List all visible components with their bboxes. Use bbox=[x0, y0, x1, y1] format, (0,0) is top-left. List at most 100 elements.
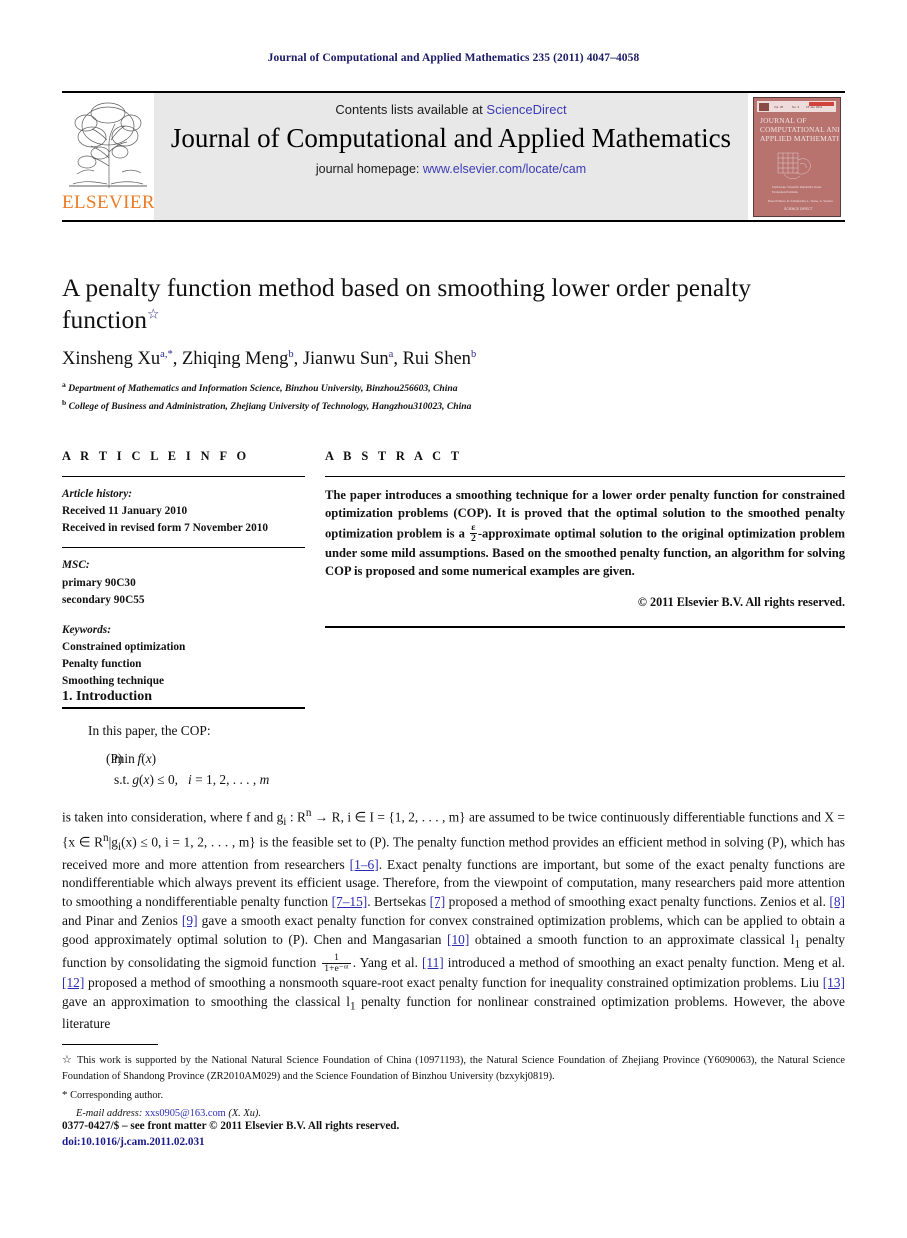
page-title: A penalty function method based on smoot… bbox=[62, 272, 762, 336]
running-head: Journal of Computational and Applied Mat… bbox=[267, 52, 640, 64]
svg-text:COMPUTATIONAL AND: COMPUTATIONAL AND bbox=[760, 125, 839, 134]
citation-link[interactable]: [1–6] bbox=[350, 857, 379, 872]
cover-image: Vol. 35 No. 3 15 Jan 2011 JOURNAL OF COM… bbox=[752, 96, 841, 217]
corresponding-author-text: Corresponding author. bbox=[70, 1090, 164, 1102]
article-history-item: Received in revised form 7 November 2010 bbox=[62, 522, 269, 535]
keyword-item: Smoothing technique bbox=[62, 675, 165, 688]
msc-item: primary 90C30 bbox=[62, 576, 136, 589]
superscript: n bbox=[103, 831, 109, 844]
equation-tag: (P) bbox=[106, 751, 123, 766]
affiliation-text: College of Business and Administration, … bbox=[68, 400, 472, 412]
equation-line-2: s.t. g(x) ≤ 0, i = 1, 2, . . . , m bbox=[62, 770, 662, 791]
funding-footnote: ☆ This work is supported by the National… bbox=[62, 1052, 845, 1084]
journal-cover-thumbnail: Vol. 35 No. 3 15 Jan 2011 JOURNAL OF COM… bbox=[748, 93, 845, 220]
subscript: 1 bbox=[794, 938, 801, 951]
fraction-denominator: 2 bbox=[470, 532, 476, 544]
abstract-text: The paper introduces a smoothing techniq… bbox=[325, 486, 845, 581]
article-history-block: Article history: Received 11 January 201… bbox=[62, 486, 305, 537]
intro-lead-paragraph: In this paper, the COP: bbox=[88, 723, 211, 738]
svg-text:APPLIED MATHEMATICS: APPLIED MATHEMATICS bbox=[760, 134, 839, 143]
equation-objective: min f(x) bbox=[114, 751, 157, 766]
citation-link[interactable]: [10] bbox=[447, 932, 469, 947]
contents-prefix-text: Contents lists available at bbox=[335, 102, 487, 117]
title-footnote-star: ☆ bbox=[146, 307, 160, 323]
doi-line: doi:10.1016/j.cam.2011.02.031 bbox=[62, 1136, 205, 1149]
affiliation-text: Department of Mathematics and Informatio… bbox=[68, 383, 458, 395]
author-list: Xinsheng Xua,*, Zhiqing Mengb, Jianwu Su… bbox=[62, 349, 477, 370]
journal-homepage-line: journal homepage: www.elsevier.com/locat… bbox=[154, 162, 748, 176]
abstract-column: A B S T R A C T The paper introduces a s… bbox=[325, 449, 845, 628]
abstract-bottom-rule bbox=[325, 625, 845, 628]
corresponding-author-marker: * bbox=[62, 1089, 68, 1102]
citation-link[interactable]: [13] bbox=[823, 975, 845, 990]
author-name: Rui Shen bbox=[402, 349, 471, 370]
keywords-label: Keywords: bbox=[62, 623, 111, 636]
citation-link[interactable]: [7] bbox=[430, 894, 446, 909]
citation-link[interactable]: [8] bbox=[829, 894, 845, 909]
svg-text:Vol. 35: Vol. 35 bbox=[774, 105, 784, 109]
keywords-block: Keywords: Constrained optimization Penal… bbox=[62, 622, 305, 691]
author-affiliation-marker: b bbox=[470, 349, 477, 360]
citation-link[interactable]: [11] bbox=[422, 955, 444, 970]
sigmoid-function-fraction: 1 1+e⁻ᵅᵗ bbox=[322, 952, 351, 975]
msc-item: secondary 90C55 bbox=[62, 593, 145, 606]
svg-text:15 Jan 2011: 15 Jan 2011 bbox=[806, 105, 823, 109]
citation-link[interactable]: [12] bbox=[62, 975, 84, 990]
paper-title-text: A penalty function method based on smoot… bbox=[62, 273, 752, 335]
issn-line: 0377-0427/$ – see front matter © 2011 El… bbox=[62, 1120, 400, 1132]
author-affiliation-marker: a,* bbox=[160, 349, 173, 360]
author-name: Xinsheng Xu bbox=[62, 349, 161, 370]
affiliation-item: a Department of Mathematics and Informat… bbox=[62, 379, 842, 397]
author-name: Zhiqing Meng bbox=[181, 349, 289, 370]
svg-text:SCIENCE DIRECT: SCIENCE DIRECT bbox=[784, 207, 813, 211]
svg-text:Evaluation Problems: Evaluation Problems bbox=[772, 190, 799, 194]
author-affiliation-marker: a bbox=[388, 349, 394, 360]
equation-tag-spacer bbox=[62, 770, 114, 791]
author-name: Jianwu Sun bbox=[302, 349, 389, 370]
journal-homepage-link[interactable]: www.elsevier.com/locate/cam bbox=[423, 162, 586, 176]
article-history-label: Article history: bbox=[62, 488, 132, 500]
paper-page: Journal of Computational and Applied Mat… bbox=[0, 0, 907, 1238]
masthead-center: Contents lists available at ScienceDirec… bbox=[154, 93, 748, 220]
subscript: i bbox=[117, 840, 122, 853]
section-heading-introduction: 1. Introduction bbox=[62, 689, 152, 705]
corresponding-author-footnote: * Corresponding author. bbox=[62, 1087, 845, 1104]
svg-text:No. 3: No. 3 bbox=[792, 105, 800, 109]
section-title-text: Introduction bbox=[76, 689, 152, 704]
introduction-body-paragraph: is taken into consideration, where f and… bbox=[62, 807, 846, 1032]
section-number: 1. bbox=[62, 689, 73, 704]
article-info-bottom-rule bbox=[62, 706, 305, 709]
elsevier-tree-icon bbox=[69, 102, 147, 188]
affiliation-list: a Department of Mathematics and Informat… bbox=[62, 379, 842, 414]
affiliation-item: b College of Business and Administration… bbox=[62, 397, 842, 415]
msc-label: MSC: bbox=[62, 559, 90, 572]
affiliation-marker: b bbox=[62, 397, 67, 407]
svg-text:Sixth Issue: Scientific Reliab: Sixth Issue: Scientific Reliability Seri… bbox=[772, 185, 822, 189]
sciencedirect-link[interactable]: ScienceDirect bbox=[486, 102, 566, 117]
equation-line-1: (P) min f(x) bbox=[62, 749, 662, 770]
citation-link[interactable]: [7–15] bbox=[332, 894, 368, 909]
epsilon-over-two-fraction: ε2 bbox=[469, 522, 477, 544]
citation-link[interactable]: [9] bbox=[182, 913, 198, 928]
keyword-item: Constrained optimization bbox=[62, 641, 186, 654]
abstract-top-rule bbox=[325, 476, 845, 477]
article-info-heading: A R T I C L E I N F O bbox=[62, 449, 250, 463]
abstract-copyright: © 2011 Elsevier B.V. All rights reserved… bbox=[637, 594, 845, 609]
page-footer: 0377-0427/$ – see front matter © 2011 El… bbox=[62, 1118, 662, 1150]
journal-title: Journal of Computational and Applied Mat… bbox=[170, 123, 732, 153]
homepage-prefix-text: journal homepage: bbox=[315, 162, 423, 177]
msc-block: MSC: primary 90C30 secondary 90C55 bbox=[62, 557, 305, 608]
elsevier-logo: ELSEVIER bbox=[62, 93, 155, 220]
funding-footnote-text: This work is supported by the National N… bbox=[62, 1055, 845, 1082]
affiliation-marker: a bbox=[62, 380, 66, 389]
optimization-problem-equation: (P) min f(x) s.t. g(x) ≤ 0, i = 1, 2, . … bbox=[62, 749, 662, 791]
subscript: i bbox=[283, 816, 287, 829]
journal-masthead: ELSEVIER Contents lists available at Sci… bbox=[62, 91, 845, 222]
superscript: n bbox=[305, 807, 312, 819]
abstract-heading: A B S T R A C T bbox=[325, 449, 463, 463]
footnote-rule bbox=[62, 1044, 158, 1045]
subscript: 1 bbox=[349, 1000, 356, 1013]
fraction-denominator: 1+e⁻ᵅᵗ bbox=[324, 963, 349, 975]
svg-text:JOURNAL OF: JOURNAL OF bbox=[760, 116, 807, 125]
equation-constraint: s.t. g(x) ≤ 0, i = 1, 2, . . . , m bbox=[114, 771, 270, 787]
